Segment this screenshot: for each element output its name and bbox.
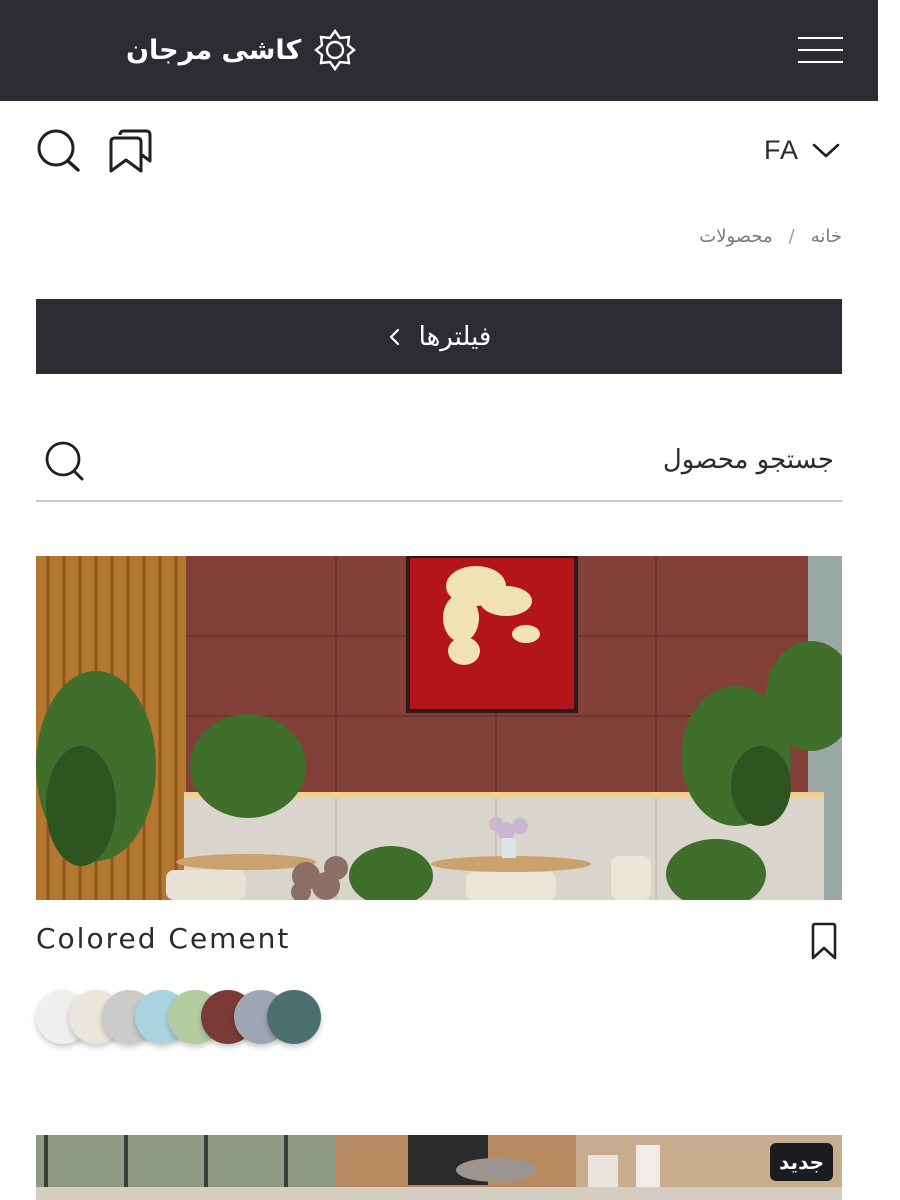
- language-label: FA: [764, 134, 800, 165]
- color-swatch[interactable]: [267, 990, 321, 1044]
- bookmarks-icon[interactable]: [106, 128, 154, 174]
- language-selector[interactable]: FA: [764, 131, 841, 169]
- color-swatches: [36, 990, 356, 1046]
- hamburger-menu-icon[interactable]: [798, 37, 843, 65]
- brand-name: کاشی مرجان: [126, 34, 302, 66]
- new-badge: جدید: [770, 1143, 834, 1181]
- chevron-left-icon: [389, 328, 399, 345]
- breadcrumb-home[interactable]: خانه: [811, 226, 842, 247]
- breadcrumb-separator: /: [788, 226, 795, 247]
- breadcrumb-products[interactable]: محصولات: [699, 226, 772, 247]
- search-icon[interactable]: [36, 128, 82, 174]
- marjan-logo-icon: [314, 28, 357, 72]
- bookmark-icon[interactable]: [806, 922, 842, 962]
- product-image[interactable]: [36, 556, 842, 900]
- search-icon[interactable]: [44, 440, 86, 482]
- product-search-input[interactable]: [106, 438, 834, 482]
- filters-button[interactable]: فیلترها: [36, 299, 842, 374]
- breadcrumb: خانه / محصولات: [699, 226, 842, 247]
- product-image[interactable]: [36, 1135, 842, 1200]
- product-title[interactable]: Colored Cement: [36, 922, 290, 955]
- brand[interactable]: کاشی مرجان: [126, 26, 357, 74]
- product-photo: [36, 1135, 842, 1200]
- chevron-down-icon: [812, 143, 840, 158]
- product-photo: [36, 556, 842, 900]
- filters-label: فیلترها: [418, 321, 492, 352]
- product-search: [36, 430, 842, 502]
- top-header: کاشی مرجان: [0, 0, 878, 101]
